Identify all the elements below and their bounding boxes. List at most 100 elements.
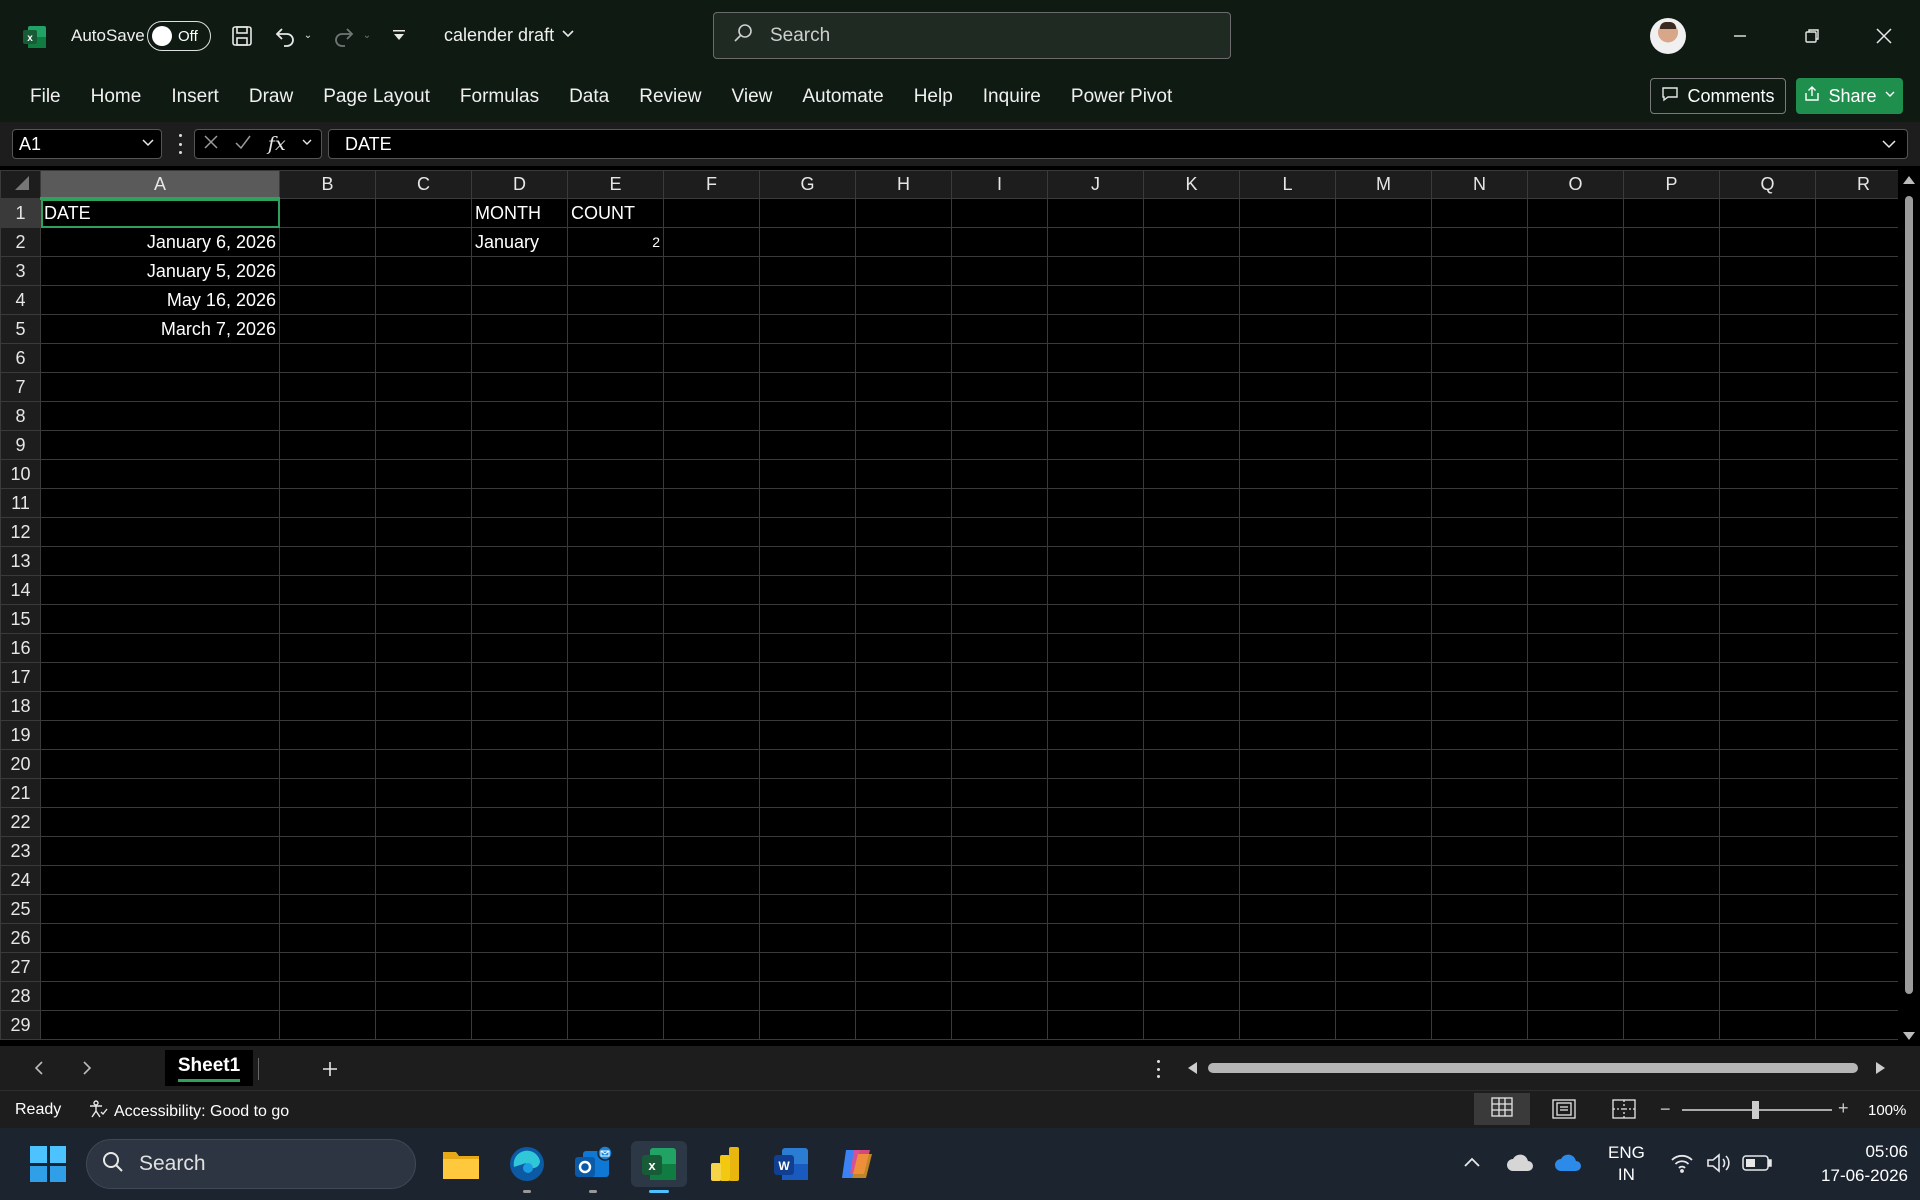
cell-d7[interactable] [471, 372, 568, 402]
cell-k1[interactable] [1143, 198, 1240, 228]
zoom-out-icon[interactable]: − [1660, 1099, 1671, 1120]
cell-q7[interactable] [1719, 372, 1816, 402]
tab-data[interactable]: Data [554, 86, 624, 108]
cell-o26[interactable] [1527, 923, 1624, 953]
cell-p23[interactable] [1623, 836, 1720, 866]
cell-j13[interactable] [1047, 546, 1144, 576]
cell-p17[interactable] [1623, 662, 1720, 692]
cell-o25[interactable] [1527, 894, 1624, 924]
cell-m7[interactable] [1335, 372, 1432, 402]
tab-inquire[interactable]: Inquire [968, 86, 1056, 108]
cell-l3[interactable] [1239, 256, 1336, 286]
cell-o15[interactable] [1527, 604, 1624, 634]
cell-c8[interactable] [375, 401, 472, 431]
cell-e14[interactable] [567, 575, 664, 605]
cell-i5[interactable] [951, 314, 1048, 344]
cell-b21[interactable] [279, 778, 376, 808]
column-header[interactable]: B [279, 170, 376, 199]
cell-h8[interactable] [855, 401, 952, 431]
cell-h25[interactable] [855, 894, 952, 924]
cell-f18[interactable] [663, 691, 760, 721]
cell-p8[interactable] [1623, 401, 1720, 431]
cell-l2[interactable] [1239, 227, 1336, 257]
cell-l13[interactable] [1239, 546, 1336, 576]
scroll-right-icon[interactable] [1876, 1062, 1885, 1074]
cell-p13[interactable] [1623, 546, 1720, 576]
cell-l10[interactable] [1239, 459, 1336, 489]
cell-o19[interactable] [1527, 720, 1624, 750]
cell-b28[interactable] [279, 981, 376, 1011]
clock[interactable]: 05:06 17-06-2026 [1790, 1140, 1908, 1188]
scroll-left-icon[interactable] [1188, 1062, 1197, 1074]
column-header[interactable]: F [663, 170, 760, 199]
cell-o1[interactable] [1527, 198, 1624, 228]
cell-k16[interactable] [1143, 633, 1240, 663]
comments-button[interactable]: Comments [1650, 78, 1786, 114]
cell-h19[interactable] [855, 720, 952, 750]
cell-g16[interactable] [759, 633, 856, 663]
cell-c9[interactable] [375, 430, 472, 460]
cell-k2[interactable] [1143, 227, 1240, 257]
cell-c18[interactable] [375, 691, 472, 721]
cell-h2[interactable] [855, 227, 952, 257]
cell-b24[interactable] [279, 865, 376, 895]
tab-draw[interactable]: Draw [234, 86, 308, 108]
cell-g23[interactable] [759, 836, 856, 866]
cell-i18[interactable] [951, 691, 1048, 721]
cell-f19[interactable] [663, 720, 760, 750]
cell-q22[interactable] [1719, 807, 1816, 837]
cell-p16[interactable] [1623, 633, 1720, 663]
horizontal-scroll-thumb[interactable] [1208, 1063, 1858, 1073]
avatar[interactable] [1650, 18, 1686, 54]
column-header[interactable]: C [375, 170, 472, 199]
cell-k12[interactable] [1143, 517, 1240, 547]
select-all-corner[interactable] [0, 170, 41, 199]
cell-k17[interactable] [1143, 662, 1240, 692]
cell-j19[interactable] [1047, 720, 1144, 750]
cell-g27[interactable] [759, 952, 856, 982]
cell-e4[interactable] [567, 285, 664, 315]
cell-a28[interactable] [40, 981, 280, 1011]
cell-n19[interactable] [1431, 720, 1528, 750]
cell-j18[interactable] [1047, 691, 1144, 721]
cell-d28[interactable] [471, 981, 568, 1011]
cell-d11[interactable] [471, 488, 568, 518]
cell-a25[interactable] [40, 894, 280, 924]
cell-e18[interactable] [567, 691, 664, 721]
cell-l8[interactable] [1239, 401, 1336, 431]
cell-b23[interactable] [279, 836, 376, 866]
cell-f23[interactable] [663, 836, 760, 866]
cell-a15[interactable] [40, 604, 280, 634]
cell-c7[interactable] [375, 372, 472, 402]
cell-q26[interactable] [1719, 923, 1816, 953]
cell-j9[interactable] [1047, 430, 1144, 460]
cell-g10[interactable] [759, 459, 856, 489]
row-header[interactable]: 13 [0, 546, 41, 576]
cell-g9[interactable] [759, 430, 856, 460]
cell-n2[interactable] [1431, 227, 1528, 257]
cell-h16[interactable] [855, 633, 952, 663]
cell-l21[interactable] [1239, 778, 1336, 808]
cell-j10[interactable] [1047, 459, 1144, 489]
cell-d19[interactable] [471, 720, 568, 750]
cell-q3[interactable] [1719, 256, 1816, 286]
cell-i9[interactable] [951, 430, 1048, 460]
word-icon[interactable]: W [768, 1141, 814, 1187]
cell-l11[interactable] [1239, 488, 1336, 518]
save-icon[interactable] [228, 22, 256, 50]
cell-f1[interactable] [663, 198, 760, 228]
cell-f24[interactable] [663, 865, 760, 895]
cell-i21[interactable] [951, 778, 1048, 808]
cell-m8[interactable] [1335, 401, 1432, 431]
cell-f17[interactable] [663, 662, 760, 692]
more-options-icon[interactable] [176, 134, 184, 154]
cell-b25[interactable] [279, 894, 376, 924]
cell-e2[interactable]: 2 [567, 227, 664, 257]
cell-i26[interactable] [951, 923, 1048, 953]
cell-c26[interactable] [375, 923, 472, 953]
cell-b14[interactable] [279, 575, 376, 605]
cell-m15[interactable] [1335, 604, 1432, 634]
cell-i17[interactable] [951, 662, 1048, 692]
cell-f5[interactable] [663, 314, 760, 344]
cell-n22[interactable] [1431, 807, 1528, 837]
